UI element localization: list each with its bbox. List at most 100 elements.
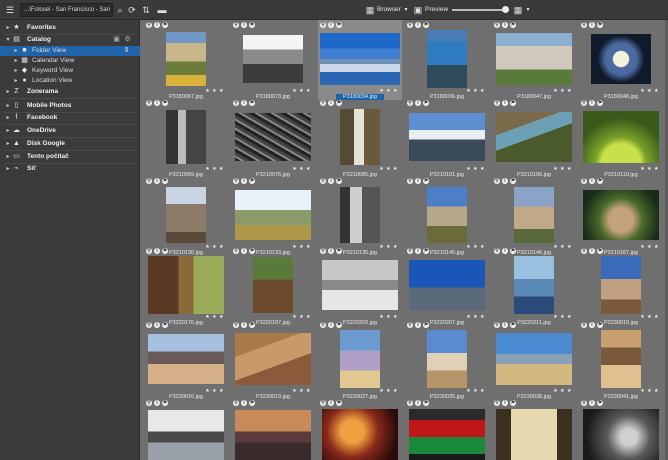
photo-thumbnail-image[interactable] [409,409,485,460]
photo-thumbnail-tile[interactable]: ⚲ i ⚑ ★ ★ ★ P3210130.jpg [144,176,228,256]
photo-thumbnail-image[interactable] [409,260,485,310]
sidebar-item-favorites[interactable]: ▸ ★ Favorites [0,22,140,34]
refresh-icon[interactable]: ⟳ [126,4,138,16]
photo-thumbnail-image[interactable] [148,334,224,384]
photo-thumbnail-image[interactable] [340,187,380,243]
sidebar-toggle-icon[interactable]: ☰ [4,4,16,16]
photo-thumbnail-image[interactable] [601,256,641,314]
photo-thumbnail-image[interactable] [514,256,554,314]
sidebar-item-folder-view[interactable]: ▸ ■ Folder View ⇕ [0,46,140,56]
photo-thumbnail-image[interactable] [166,32,206,86]
photo-thumbnail-tile[interactable]: ⚲ i ⚑ ★ ★ ★ P3230010.jpg [579,246,663,326]
view-options-chevron-icon[interactable]: ▾ [522,4,534,16]
chevron-right-icon[interactable]: ▸ [4,100,12,112]
photo-thumbnail-tile[interactable]: ⚲ i ⚑ [579,398,663,460]
photo-thumbnail-tile[interactable]: ⚲ i ⚑ ★ ★ ★ P3180067.jpg [144,20,228,100]
photo-thumbnail-image[interactable] [514,187,554,243]
sidebar-item-disk-google[interactable]: ▸ ▲ Disk Google [0,138,140,150]
photo-thumbnail-image[interactable] [601,330,641,388]
photo-thumbnail-image[interactable] [427,187,467,243]
photo-thumbnail-tile[interactable]: ⚲ i ⚑ ★ ★ ★ P3180047.jpg [492,20,576,100]
photo-thumbnail-image[interactable] [322,409,398,460]
photo-thumbnail-tile[interactable]: ⚲ i ⚑ ★ ★ ★ P3230035.jpg [405,320,489,400]
sidebar-item-onedrive[interactable]: ▸ ☁ OneDrive [0,125,140,137]
thumbnail-size-slider-track[interactable] [452,9,502,11]
sidebar-item-mobile-photos[interactable]: ▸ ▯ Mobile Photos [0,100,140,112]
photo-thumbnail-image[interactable] [253,257,293,313]
photo-thumbnail-image[interactable] [166,187,206,243]
chevron-right-icon[interactable]: ▸ [4,22,12,34]
photo-thumbnail-tile[interactable]: ⚲ i ⚑ ★ ★ ★ P3180048.jpg [579,20,663,100]
photo-thumbnail-tile[interactable]: ⚲ i ⚑ ★ ★ ★ P3220211.jpg [492,246,576,326]
photo-thumbnail-tile[interactable]: ⚲ i ⚑ ★ ★ ★ P3220176.jpg [144,246,228,326]
photo-thumbnail-tile[interactable]: ⚲ i ⚑ ★ ★ ★ P3210146.jpg [492,176,576,256]
photo-thumbnail-image[interactable] [496,33,572,85]
sidebar-item-s-[interactable]: ▸ ⌁ Síť [0,163,140,175]
chevron-right-icon[interactable]: ▸ [4,125,12,137]
photo-thumbnail-tile[interactable]: ⚲ i ⚑ ★ ★ ★ P3210069.jpg [144,98,228,178]
photo-thumbnail-image[interactable] [166,110,206,164]
photo-thumbnail-tile[interactable]: ⚲ i ⚑ [231,398,315,460]
path-input[interactable]: ...\Fotosel - San Francisco - San Kup [20,3,113,17]
search-icon[interactable]: ⌕ [114,4,126,16]
chevron-right-icon[interactable]: ▸ [12,56,20,66]
photo-thumbnail-tile[interactable]: ⚲ i ⚑ [405,398,489,460]
sort-arrows-icon[interactable]: ⇕ [122,46,131,56]
photo-thumbnail-image[interactable] [148,256,224,314]
chevron-right-icon[interactable]: ▸ [12,46,20,56]
photo-thumbnail-tile[interactable]: ⚲ i ⚑ ★ ★ ★ P3210106.jpg [492,98,576,178]
sidebar-item-keyword-view[interactable]: ▸ ◆ Keyword View [0,66,140,76]
sidebar-item-calendar-view[interactable]: ▸ ▦ Calendar View [0,56,140,66]
chevron-right-icon[interactable]: ▸ [4,112,12,124]
photo-thumbnail-image[interactable] [591,34,651,84]
photo-thumbnail-image[interactable] [583,111,659,163]
photo-thumbnail-image[interactable] [496,333,572,385]
photo-thumbnail-image[interactable] [583,190,659,240]
photo-thumbnail-tile[interactable]: ⚲ i ⚑ ★ ★ ★ P3230027.jpg [318,320,402,400]
photo-thumbnail-tile[interactable]: ⚲ i ⚑ ★ ★ ★ P3230041.jpg [579,320,663,400]
photo-thumbnail-tile[interactable]: ⚲ i ⚑ ★ ★ ★ P3180034.jpg [318,20,402,100]
photo-thumbnail-image[interactable] [340,109,380,165]
sidebar-item-location-view[interactable]: ▸ ● Location View [0,76,140,86]
chevron-right-icon[interactable]: ▸ [4,163,12,175]
photo-thumbnail-image[interactable] [496,409,572,460]
photo-thumbnail-tile[interactable]: ⚲ i ⚑ ★ ★ ★ P3210135.jpg [318,176,402,256]
preview-mode-button[interactable]: Preview [425,4,448,16]
photo-thumbnail-image[interactable] [583,409,659,460]
chevron-right-icon[interactable]: ▸ [12,76,20,86]
photo-thumbnail-tile[interactable]: ⚲ i ⚑ [144,398,228,460]
photo-thumbnail-tile[interactable]: ⚲ i ⚑ [318,398,402,460]
photo-thumbnail-tile[interactable]: ⚲ i ⚑ ★ ★ ★ P3220207.jpg [405,246,489,326]
photo-thumbnail-tile[interactable]: ⚲ i ⚑ ★ ★ ★ P3220187.jpg [231,246,315,326]
photo-thumbnail-image[interactable] [496,112,572,162]
photo-thumbnail-image[interactable] [235,410,311,460]
photo-thumbnail-image[interactable] [322,260,398,310]
photo-thumbnail-image[interactable] [243,35,303,83]
photo-thumbnail-tile[interactable]: ⚲ i ⚑ ★ ★ ★ P3210101.jpg [405,98,489,178]
photo-thumbnail-tile[interactable]: ⚲ i ⚑ [492,398,576,460]
photo-thumbnail-image[interactable] [427,30,467,88]
sidebar-item-tento-po-ta-[interactable]: ▸ ▭ Tento počítač [0,151,140,163]
photo-thumbnail-tile[interactable]: ⚲ i ⚑ ★ ★ ★ P3180036.jpg [405,20,489,100]
photo-thumbnail-tile[interactable]: ⚲ i ⚑ ★ ★ ★ P3230019.jpg [231,320,315,400]
photo-thumbnail-image[interactable] [427,330,467,388]
thumbnail-size-slider-handle[interactable] [502,6,509,13]
photo-thumbnail-image[interactable] [235,190,311,240]
chevron-right-icon[interactable]: ▸ [12,66,20,76]
photo-thumbnail-image[interactable] [409,113,485,161]
browser-mode-button[interactable]: Browser [377,4,401,16]
photo-thumbnail-tile[interactable]: ⚲ i ⚑ ★ ★ ★ P3180073.jpg [231,20,315,100]
photo-thumbnail-tile[interactable]: ⚲ i ⚑ ★ ★ ★ P3210076.jpg [231,98,315,178]
photo-thumbnail-image[interactable] [148,410,224,460]
chevron-down-icon[interactable]: ▾ [400,4,412,16]
sidebar-item-zonerama[interactable]: ▸ Z Zonerama [0,86,140,98]
chevron-right-icon[interactable]: ▸ [4,138,12,150]
photo-thumbnail-image[interactable] [340,330,380,388]
sidebar-item-catalog[interactable]: ▾ ▤ Catalog ▣ ⚙ [0,34,140,46]
catalog-add-icon[interactable]: ▣ [112,34,121,46]
catalog-settings-icon[interactable]: ⚙ [123,34,132,46]
photo-thumbnail-image[interactable] [235,333,311,385]
photo-thumbnail-image[interactable] [320,33,400,85]
photo-thumbnail-tile[interactable]: ⚲ i ⚑ ★ ★ ★ P3230038.jpg [492,320,576,400]
photo-thumbnail-tile[interactable]: ⚲ i ⚑ ★ ★ ★ P3210085.jpg [318,98,402,178]
